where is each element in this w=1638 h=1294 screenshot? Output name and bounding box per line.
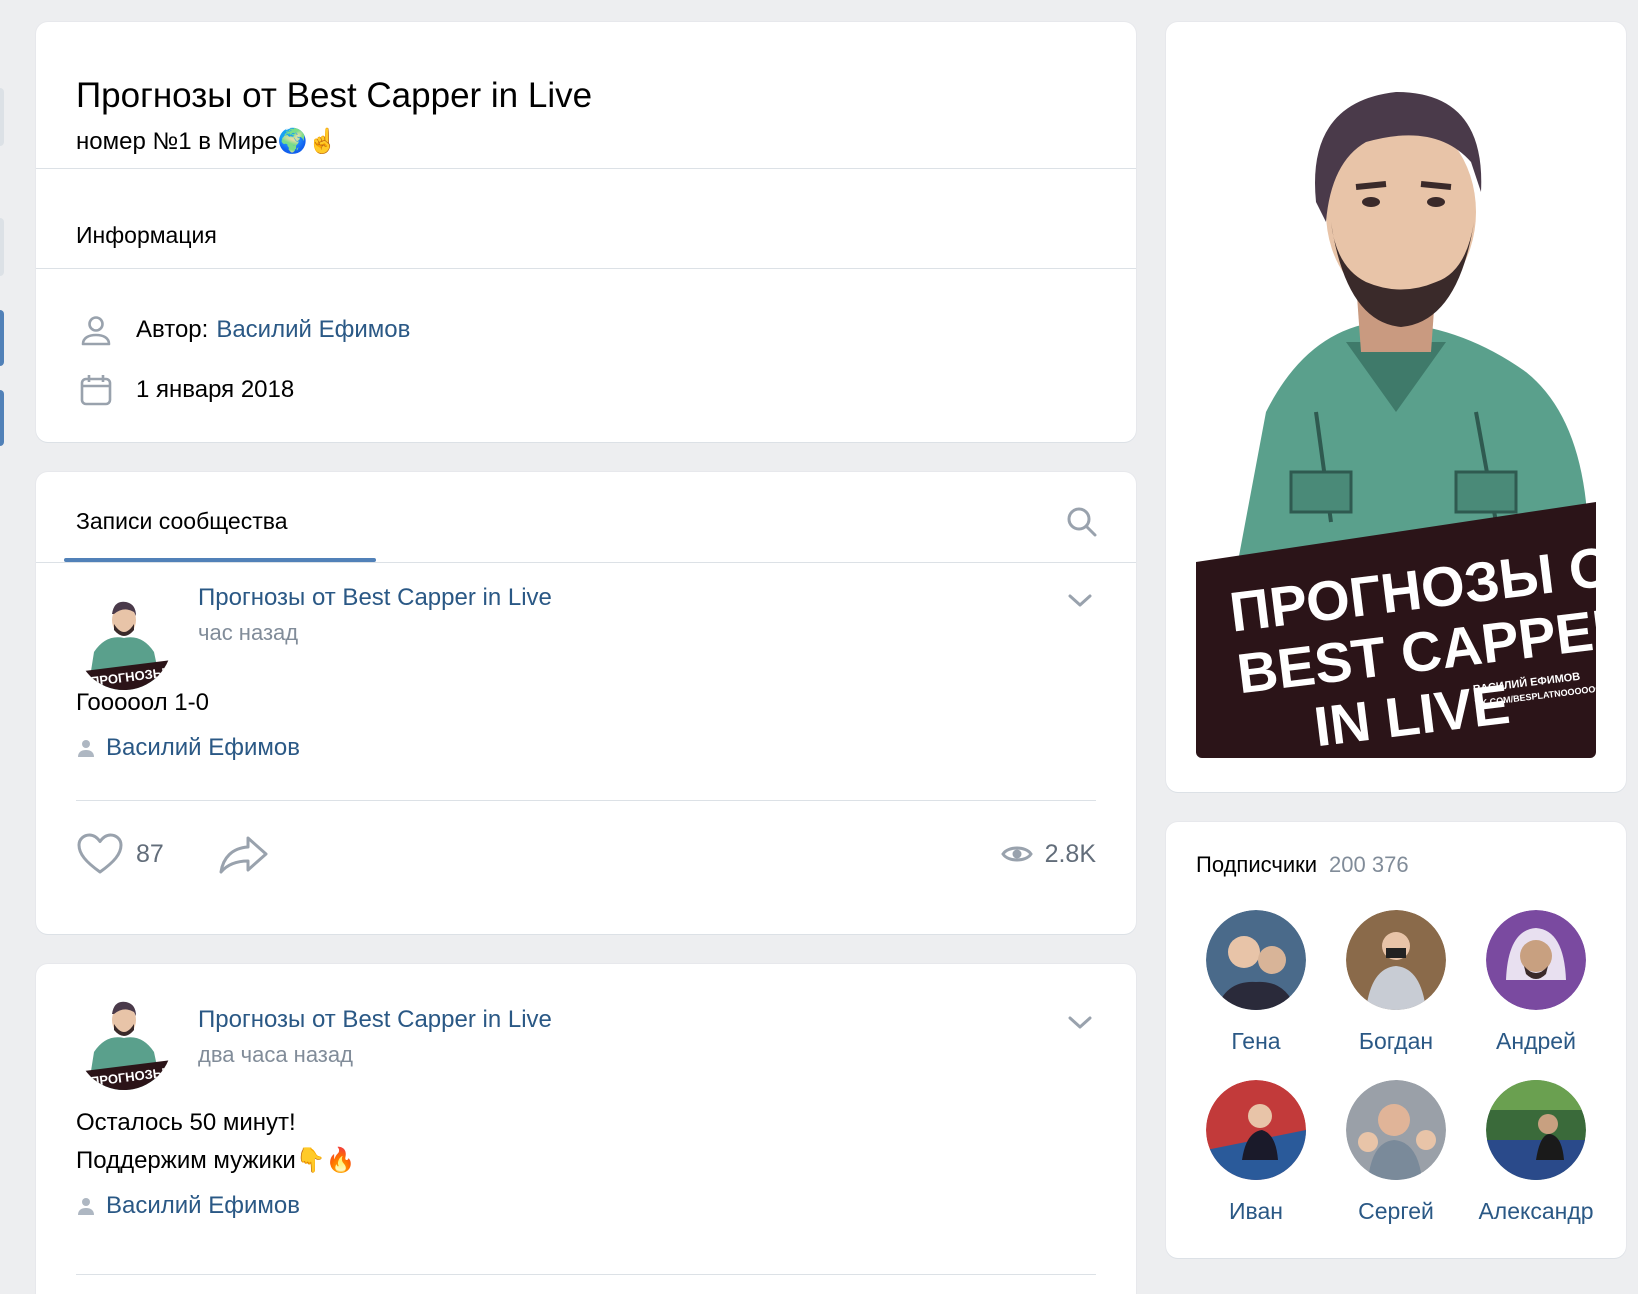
views-count: 2.8K	[1044, 839, 1096, 868]
subscriber-item[interactable]: Богдан	[1326, 910, 1466, 1055]
subscribers-card: Подписчики 200 376 Гена Богдан Андрей Ива…	[1166, 822, 1626, 1258]
subscriber-name[interactable]: Андрей	[1466, 1028, 1606, 1055]
subscriber-avatar[interactable]	[1206, 910, 1306, 1010]
founded-date: 1 января 2018	[136, 376, 295, 403]
calendar-icon	[76, 370, 116, 410]
heart-icon	[77, 833, 123, 874]
subscriber-avatar[interactable]	[1486, 1080, 1586, 1180]
author-link[interactable]: Василий Ефимов	[216, 316, 410, 344]
post-author-link[interactable]: Прогнозы от Best Capper in Live	[198, 1006, 552, 1034]
left-edge-tab[interactable]	[0, 310, 4, 366]
subscriber-item[interactable]: Иван	[1186, 1080, 1326, 1225]
user-small-icon	[78, 1198, 94, 1215]
subscriber-name[interactable]: Сергей	[1326, 1198, 1466, 1225]
share-icon	[219, 836, 268, 874]
eye-icon	[1000, 846, 1033, 862]
post-avatar[interactable]: ПРОГНОЗЫ ОТ	[76, 594, 172, 690]
group-info-card: Прогнозы от Best Capper in Live номер №1…	[36, 22, 1136, 442]
tab-community-posts[interactable]: Записи сообщества	[76, 508, 287, 535]
wall-card: Записи сообщества ПРОГНОЗЫ ОТ Прогнозы о…	[36, 472, 1136, 934]
like-count: 87	[136, 839, 164, 868]
page-title: Прогнозы от Best Capper in Live	[76, 76, 593, 115]
post-text: Гооооол 1-0	[76, 689, 209, 716]
post-author-link[interactable]: Прогнозы от Best Capper in Live	[198, 584, 552, 612]
subscribers-count: 200 376	[1329, 852, 1409, 877]
share-button[interactable]	[218, 824, 270, 884]
subscriber-avatar[interactable]	[1346, 910, 1446, 1010]
info-section-label[interactable]: Информация	[76, 222, 217, 249]
user-small-icon	[78, 740, 94, 757]
subscriber-item[interactable]: Александр	[1466, 1080, 1606, 1225]
post-text: Осталось 50 минут! Поддержим мужики👇🔥	[76, 1109, 356, 1174]
left-edge-tab[interactable]	[0, 88, 4, 146]
search-icon[interactable]	[1062, 502, 1102, 542]
post-actions: 87 2.8K	[76, 824, 1096, 884]
subscriber-name[interactable]: Гена	[1186, 1028, 1326, 1055]
post-avatar[interactable]: ПРОГНОЗЫ ОТ	[76, 994, 172, 1090]
author-row: Автор: Василий Ефимов	[76, 310, 410, 350]
post-time[interactable]: час назад	[198, 620, 298, 646]
like-button[interactable]: 87	[76, 824, 164, 884]
subscriber-name[interactable]: Александр	[1466, 1198, 1606, 1225]
views-counter: 2.8K	[1000, 824, 1096, 884]
left-edge-tab[interactable]	[0, 218, 4, 276]
author-label: Автор:	[136, 316, 209, 343]
subscriber-avatar[interactable]	[1346, 1080, 1446, 1180]
post-time[interactable]: два часа назад	[198, 1042, 353, 1068]
subscriber-name[interactable]: Богдан	[1326, 1028, 1466, 1055]
group-status: номер №1 в Мире🌍☝️	[76, 128, 338, 155]
chevron-down-icon[interactable]	[1064, 584, 1096, 616]
post-signer[interactable]: Василий Ефимов	[76, 1192, 300, 1220]
user-icon	[76, 310, 116, 350]
wall-post-card: ПРОГНОЗЫ ОТ Прогнозы от Best Capper in L…	[36, 964, 1136, 1294]
subscriber-avatar[interactable]	[1206, 1080, 1306, 1180]
chevron-down-icon[interactable]	[1064, 1006, 1096, 1038]
subscriber-item[interactable]: Гена	[1186, 910, 1326, 1055]
post-signer[interactable]: Василий Ефимов	[76, 734, 300, 762]
subscriber-item[interactable]: Андрей	[1466, 910, 1606, 1055]
group-cover-card: ПРОГНОЗЫ ОТ BEST CAPPER IN LIVE ВАСИЛИЙ …	[1166, 22, 1626, 792]
founded-row: 1 января 2018	[76, 370, 294, 410]
subscriber-avatar[interactable]	[1486, 910, 1586, 1010]
group-cover-image[interactable]: ПРОГНОЗЫ ОТ BEST CAPPER IN LIVE ВАСИЛИЙ …	[1196, 52, 1596, 758]
subscribers-header[interactable]: Подписчики 200 376	[1196, 852, 1409, 878]
subscriber-item[interactable]: Сергей	[1326, 1080, 1466, 1225]
left-edge-tab[interactable]	[0, 390, 4, 446]
subscriber-name[interactable]: Иван	[1186, 1198, 1326, 1225]
